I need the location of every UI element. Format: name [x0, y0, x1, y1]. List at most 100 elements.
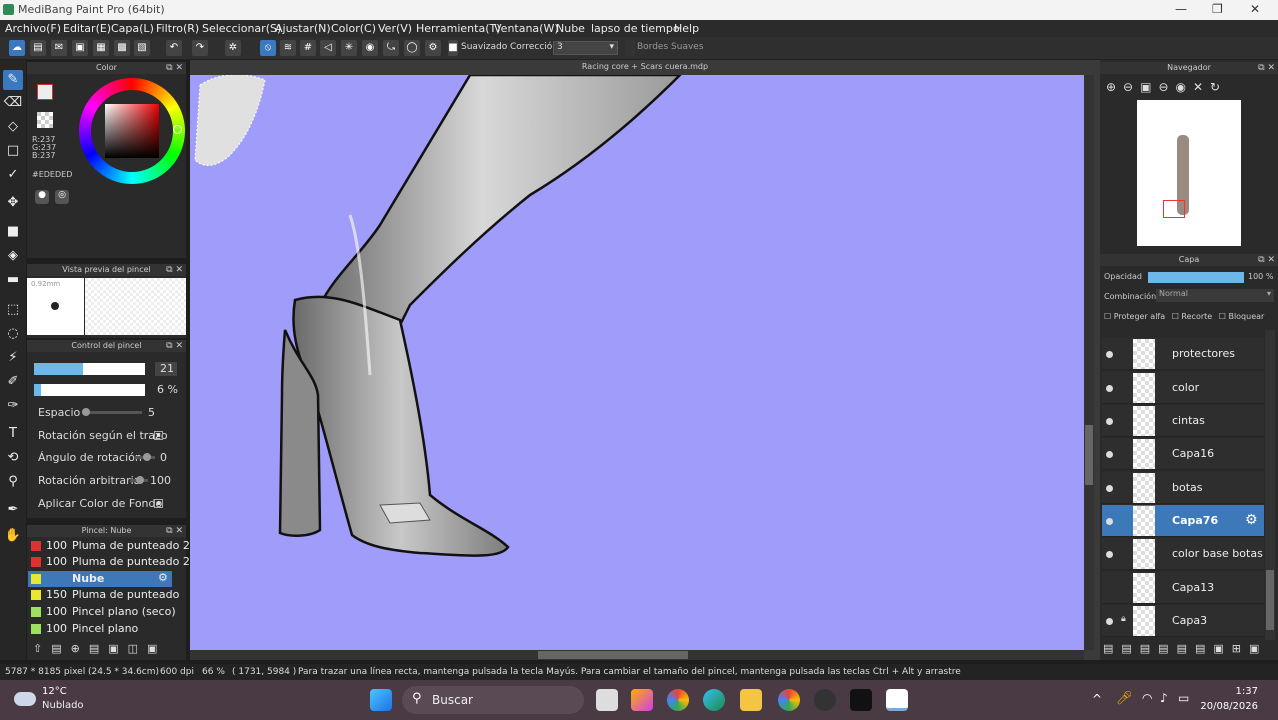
gradient-tool-icon[interactable]: ▬ — [3, 270, 23, 290]
operation-tool-icon[interactable]: ⟲ — [3, 448, 23, 468]
chevron-up-icon[interactable]: ^ — [1092, 692, 1102, 706]
blur-eraser-icon[interactable]: ◇ — [3, 117, 23, 137]
rot-arb-slider[interactable] — [130, 476, 148, 484]
layer-item[interactable]: color base botas — [1102, 538, 1264, 570]
eye-icon[interactable] — [1106, 485, 1113, 492]
undo-icon[interactable]: ↶ — [166, 40, 182, 56]
brush-item[interactable]: 100 Pluma de punteado 2 — [28, 538, 190, 554]
close-icon[interactable]: ✕ — [1250, 2, 1260, 16]
brush-item[interactable]: 150 Pluma de punteado — [28, 587, 179, 603]
snap-radial-icon[interactable]: ✳ — [341, 40, 357, 56]
minimize-icon[interactable]: — — [1175, 2, 1187, 16]
eye-icon[interactable] — [1106, 351, 1113, 358]
snap-grid-icon[interactable]: # — [300, 40, 316, 56]
panel-close-icon[interactable]: ⧉ ✕ — [166, 525, 183, 537]
snap-off-icon[interactable]: ⦸ — [260, 40, 276, 56]
menu-ajustar[interactable]: Ajustar(N) — [275, 22, 331, 35]
recorte-checkbox[interactable]: ☐ — [1172, 312, 1179, 321]
capcut-icon[interactable] — [850, 689, 872, 711]
size-value[interactable]: 21 — [155, 362, 177, 376]
suavizado-checkbox[interactable]: ■ — [448, 40, 458, 56]
eyedropper-icon[interactable]: ⚲ — [3, 472, 23, 492]
bloquear-checkbox[interactable]: ☐ — [1219, 312, 1226, 321]
eye-icon[interactable] — [1106, 551, 1113, 558]
layer-item[interactable]: cintas — [1102, 405, 1264, 437]
panel-close-icon[interactable]: ⧉ ✕ — [166, 340, 183, 352]
drawing-canvas[interactable] — [190, 75, 1084, 650]
brush-tool-icon[interactable]: ✎ — [3, 70, 23, 90]
opacity-slider[interactable] — [34, 384, 145, 396]
aplicar-checkbox[interactable]: ▪ — [154, 499, 163, 508]
lasso-tool-icon[interactable]: ◌ — [3, 324, 23, 344]
brush-item[interactable]: 100 Pluma de punteado 2 — [28, 554, 190, 570]
correccion-select[interactable]: 3 ▾ — [553, 41, 618, 55]
copilot-icon[interactable] — [631, 689, 653, 711]
chrome-profile-icon[interactable] — [778, 689, 800, 711]
menu-color[interactable]: Color(C) — [331, 22, 376, 35]
gear-icon[interactable]: ⚙ — [1245, 512, 1258, 528]
microphone-icon[interactable]: 🎤︎ — [1116, 691, 1133, 706]
eye-icon[interactable] — [1106, 451, 1113, 458]
edge-icon[interactable] — [703, 689, 725, 711]
horizontal-scrollbar[interactable] — [190, 650, 1084, 660]
layer-item[interactable]: Capa16 — [1102, 438, 1264, 470]
obs-icon[interactable] — [814, 689, 836, 711]
rect-tool-icon[interactable]: □ — [3, 141, 23, 161]
menu-archivo[interactable]: Archivo(F) — [5, 22, 61, 35]
brush-list-actions[interactable]: ⇧▤⊕▤▣◫▣ — [28, 642, 186, 659]
menu-capa[interactable]: Capa(L) — [111, 22, 154, 35]
menu-ventana[interactable]: Ventana(W) — [494, 22, 559, 35]
file-explorer-icon[interactable] — [740, 689, 762, 711]
navigator-zoom-tools[interactable]: ⊕⊖▣⊖◉✕↻ — [1106, 80, 1227, 94]
cloud-icon[interactable]: ☁ — [9, 40, 25, 56]
eye-icon[interactable] — [1106, 385, 1113, 392]
layer-item-selected[interactable]: Capa76 ⚙ — [1102, 505, 1264, 537]
clock-time[interactable]: 1:37 — [1214, 686, 1258, 697]
maximize-icon[interactable]: ❐ — [1212, 2, 1223, 16]
pen-tool-icon[interactable]: ✒ — [3, 500, 23, 520]
bucket-tool-icon[interactable]: ◈ — [3, 246, 23, 266]
menu-lapso[interactable]: lapso de tiempo — [591, 22, 680, 35]
magic-wand-icon[interactable]: ⚡ — [3, 348, 23, 368]
snap-circle-icon[interactable]: ◉ — [362, 40, 378, 56]
menu-help[interactable]: Help — [674, 22, 699, 35]
menu-ver[interactable]: Ver(V) — [378, 22, 412, 35]
brush-item[interactable]: Nube ⚙ — [28, 571, 172, 587]
chrome-icon[interactable] — [667, 689, 689, 711]
proteger-checkbox[interactable]: ☐ — [1104, 312, 1111, 321]
brush-item[interactable]: 100 Pincel plano (seco) — [28, 604, 176, 620]
menu-seleccionar[interactable]: Seleccionar(S) — [202, 22, 281, 35]
transparent-swatch[interactable] — [37, 112, 53, 128]
layer-actions[interactable]: ▤▤▤▤▤▤▣⊞▣ — [1103, 642, 1275, 659]
hue-marker[interactable] — [173, 125, 182, 134]
menu-nube[interactable]: Nube — [556, 22, 585, 35]
select-rect-icon[interactable]: ⬚ — [3, 300, 23, 320]
menu-filtro[interactable]: Filtro(R) — [156, 22, 199, 35]
color-picker-icon[interactable]: ◎ — [55, 190, 69, 204]
panel-close-icon[interactable]: ⧉ ✕ — [1258, 62, 1275, 74]
fill-rect-icon[interactable]: ■ — [3, 222, 23, 242]
volume-icon[interactable]: ♪ — [1160, 691, 1168, 705]
new-file-icon[interactable]: ▤ — [30, 40, 46, 56]
hand-tool-icon[interactable]: ✋ — [3, 526, 23, 546]
task-view-icon[interactable] — [596, 689, 618, 711]
check-tool-icon[interactable]: ✓ — [3, 165, 23, 185]
eye-icon[interactable] — [1106, 618, 1113, 625]
eye-icon[interactable] — [1106, 518, 1113, 525]
image-icon[interactable]: ▧ — [134, 40, 150, 56]
panel-close-icon[interactable]: ⧉ ✕ — [1258, 254, 1275, 266]
brush-item[interactable]: 100 Pincel plano — [28, 621, 172, 637]
snap-settings-icon[interactable]: ⚙ — [425, 40, 441, 56]
panel-close-icon[interactable]: ⧉ ✕ — [166, 62, 183, 74]
redo-icon[interactable]: ↷ — [192, 40, 208, 56]
menu-herramienta[interactable]: Herramienta(T) — [416, 22, 501, 35]
vertical-scrollbar[interactable] — [1084, 75, 1094, 650]
eye-icon[interactable] — [1106, 418, 1113, 425]
snap-curve-icon[interactable]: ⤿ — [383, 40, 399, 56]
snap-ellipse-icon[interactable]: ◯ — [404, 40, 420, 56]
layer-item[interactable]: 🔒︎ Capa3 — [1102, 605, 1264, 637]
size-slider[interactable] — [34, 363, 145, 375]
layer-item[interactable]: color — [1102, 372, 1264, 404]
bordes-checkbox[interactable] — [625, 40, 635, 56]
rot-trazo-checkbox[interactable]: ▪ — [154, 431, 163, 440]
